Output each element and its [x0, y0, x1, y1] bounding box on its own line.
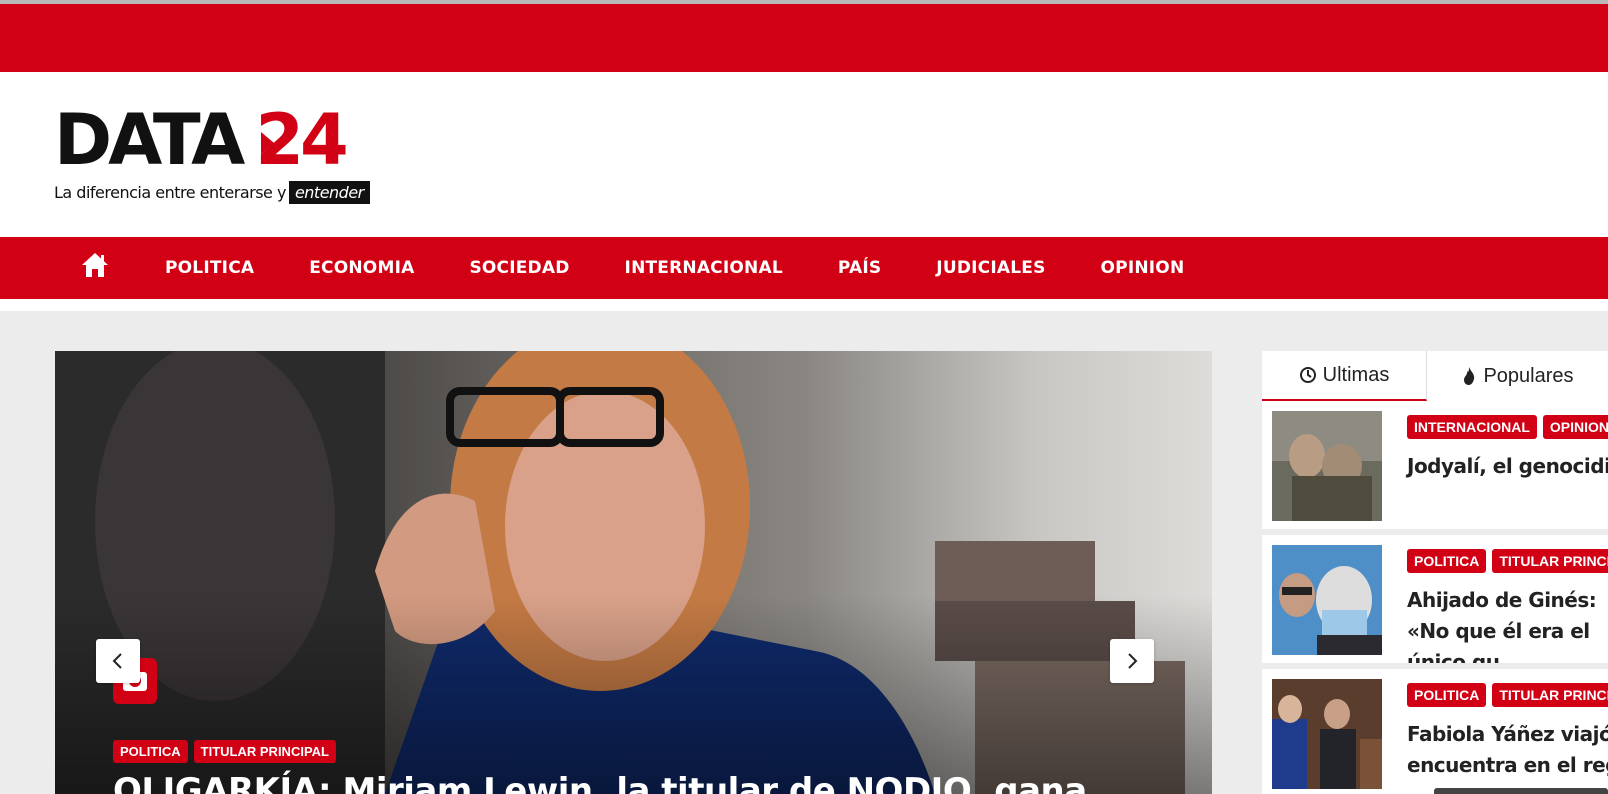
- home-icon[interactable]: [80, 251, 110, 281]
- sidebar-post[interactable]: POLITICA TITULAR PRINCIPA Ahijado de Gin…: [1262, 535, 1608, 663]
- chevron-left-icon: [112, 653, 122, 669]
- site-header: DATA 24 La diferencia entre enterarse y en…: [0, 72, 1608, 237]
- site-logo[interactable]: DATA 24 La diferencia entre enterarse y en…: [54, 100, 374, 210]
- tab-ultimas[interactable]: Ultimas: [1262, 351, 1427, 401]
- post-tags: POLITICA TITULAR PRINCIPA: [1407, 683, 1608, 707]
- nav-item-pais[interactable]: PAÍS: [838, 258, 881, 278]
- chevron-right-icon: [1128, 653, 1138, 669]
- sidebar-post[interactable]: POLITICA TITULAR PRINCIPA Fabiola Yáñez …: [1262, 669, 1608, 794]
- slide-tags: POLITICA TITULAR PRINCIPAL: [113, 740, 336, 763]
- nav-item-judiciales[interactable]: JUDICIALES: [936, 258, 1045, 278]
- nav-item-opinion[interactable]: OPINION: [1101, 258, 1185, 278]
- nav-separator: [0, 299, 1608, 311]
- post-tag[interactable]: POLITICA: [1407, 549, 1487, 573]
- post-tag[interactable]: TITULAR PRINCIPA: [1492, 683, 1608, 707]
- fire-icon: [1464, 367, 1475, 385]
- nav-item-internacional[interactable]: INTERNACIONAL: [625, 258, 783, 278]
- post-thumbnail[interactable]: [1272, 545, 1382, 655]
- slide-title[interactable]: OLIGARKÍA: Miriam Lewin, la titular de N…: [113, 771, 1087, 794]
- post-thumbnail[interactable]: [1272, 411, 1382, 521]
- post-tags: POLITICA TITULAR PRINCIPA: [1407, 549, 1608, 573]
- tag-politica[interactable]: POLITICA: [113, 740, 188, 763]
- tag-titular-principal[interactable]: TITULAR PRINCIPAL: [193, 740, 336, 763]
- clock-icon: [1299, 367, 1316, 383]
- post-title[interactable]: Jodyalí, el genocidio q: [1407, 451, 1608, 482]
- post-tag[interactable]: OPINION: [1542, 415, 1608, 439]
- post-title[interactable]: Ahijado de Ginés: «No que él era el únic…: [1407, 585, 1608, 663]
- post-tag[interactable]: INTERNACIONAL: [1407, 415, 1537, 439]
- photo-overlay: [55, 351, 1212, 794]
- tab-ultimas-label: Ultimas: [1322, 363, 1390, 386]
- sidebar-tabs: Ultimas Populares: [1262, 351, 1608, 401]
- logo-tagline: La diferencia entre enterarse y entender: [54, 180, 370, 206]
- logo-wordmark: DATA 24: [54, 99, 349, 181]
- main-navbar: POLITICA ECONOMIA SOCIEDAD INTERNACIONAL…: [0, 237, 1608, 299]
- nav-item-economia[interactable]: ECONOMIA: [309, 258, 414, 278]
- slider-prev-button[interactable]: [96, 639, 140, 683]
- post-tags: INTERNACIONAL OPINION: [1407, 415, 1608, 439]
- post-tag[interactable]: POLITICA: [1407, 683, 1487, 707]
- nav-item-sociedad[interactable]: SOCIEDAD: [469, 258, 569, 278]
- tab-populares[interactable]: Populares: [1427, 351, 1608, 401]
- tab-populares-label: Populares: [1483, 364, 1574, 387]
- tagline-highlight: entender: [288, 181, 370, 204]
- nav-items: POLITICA ECONOMIA SOCIEDAD INTERNACIONAL…: [165, 237, 1239, 299]
- post-title[interactable]: Fabiola Yáñez viajó a encuentra en el re…: [1407, 719, 1608, 781]
- featured-slider: POLITICA TITULAR PRINCIPAL OLIGARKÍA: Mi…: [55, 351, 1212, 794]
- logo-arrow-icon: [261, 132, 274, 154]
- sidebar-tabs-widget: Ultimas Populares INTERNACIONAL OPINION …: [1262, 351, 1608, 794]
- post-thumbnail[interactable]: [1272, 679, 1382, 789]
- scroll-to-top-button[interactable]: [1434, 788, 1608, 794]
- post-tag[interactable]: TITULAR PRINCIPA: [1492, 549, 1608, 573]
- top-bar: [0, 4, 1608, 72]
- slider-next-button[interactable]: [1110, 639, 1154, 683]
- nav-item-politica[interactable]: POLITICA: [165, 258, 254, 278]
- sidebar-post[interactable]: INTERNACIONAL OPINION Jodyalí, el genoci…: [1262, 401, 1608, 529]
